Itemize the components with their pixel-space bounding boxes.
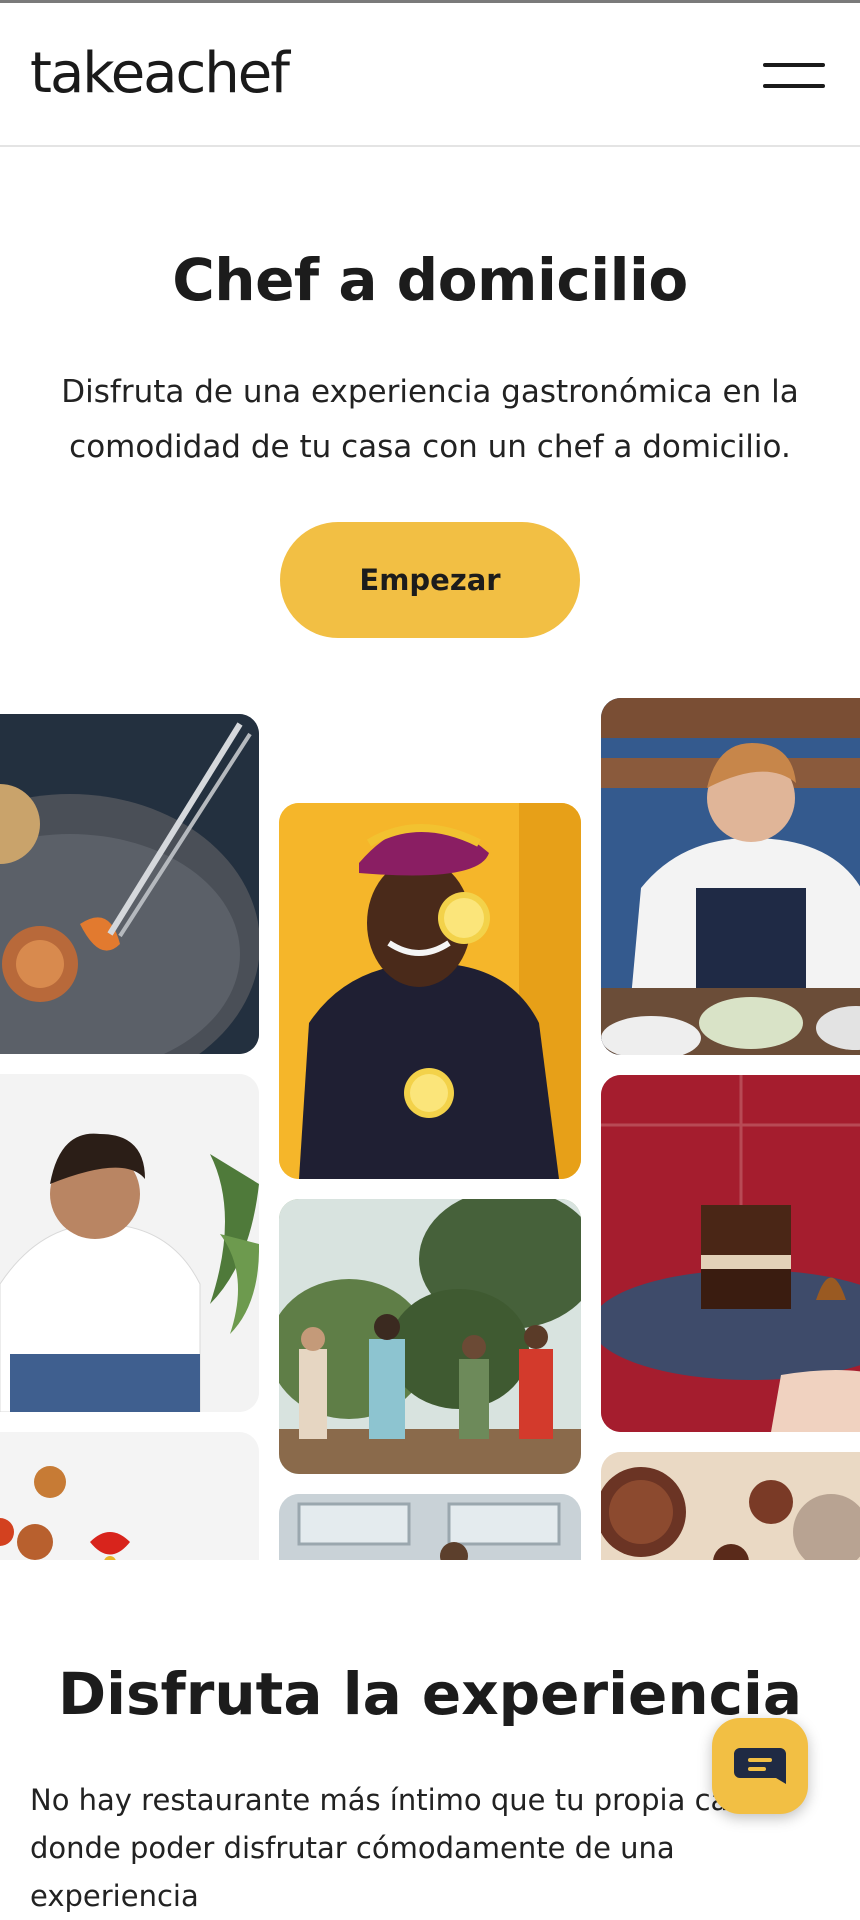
chef-lemon-yellow-photo bbox=[279, 803, 581, 1179]
chat-button[interactable] bbox=[712, 1718, 808, 1814]
hero-subtitle: Disfruta de una experiencia gastronómica… bbox=[61, 374, 799, 465]
kitchen-window-photo bbox=[279, 1494, 581, 1560]
friends-garden-dinner-photo bbox=[279, 1199, 581, 1474]
takeachef-logo[interactable]: takeachef bbox=[30, 41, 290, 106]
hamburger-menu-icon[interactable] bbox=[760, 59, 828, 93]
plating-tweezers-photo bbox=[0, 714, 259, 1054]
plated-appetizers-photo bbox=[0, 1432, 259, 1560]
site-header: takeachef bbox=[0, 3, 860, 147]
menu-line-top bbox=[763, 63, 825, 67]
menu-line-bottom bbox=[763, 84, 825, 88]
brownie-dessert-plate-photo bbox=[601, 1075, 860, 1432]
photo-gallery bbox=[0, 690, 860, 1560]
chat-bubble-icon bbox=[734, 1748, 786, 1784]
start-button[interactable]: Empezar bbox=[280, 522, 580, 638]
chef-seated-table-photo bbox=[601, 698, 860, 1055]
chef-smiling-white-photo bbox=[0, 1074, 259, 1412]
page-title: Chef a domicilio bbox=[172, 246, 688, 314]
ceramic-bowls-photo bbox=[601, 1452, 860, 1560]
